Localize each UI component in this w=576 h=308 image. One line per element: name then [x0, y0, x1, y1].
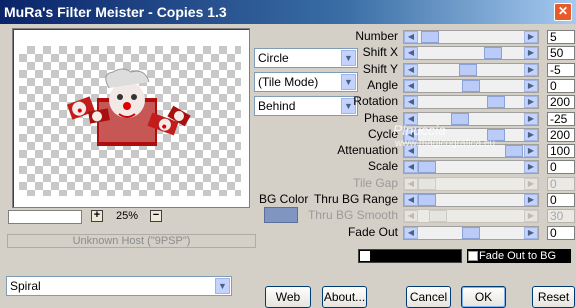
title-bar: MuRa's Filter Meister - Copies 1.3 ✕ — [0, 0, 576, 24]
fade-color-bar[interactable] — [358, 249, 462, 263]
filter-window: MuRa's Filter Meister - Copies 1.3 ✕ + 2… — [0, 0, 576, 308]
param-slider: ◀ ▶ — [403, 177, 539, 191]
arrow-right-icon[interactable]: ▶ — [524, 194, 538, 206]
slider-thumb[interactable] — [505, 145, 523, 157]
slider-thumb — [418, 178, 436, 190]
arrow-right-icon[interactable]: ▶ — [524, 129, 538, 141]
arrow-right-icon[interactable]: ▶ — [524, 47, 538, 59]
param-value-field[interactable]: 200 — [547, 128, 575, 142]
arrow-left-icon[interactable]: ◀ — [404, 80, 418, 92]
param-value-field[interactable]: 0 — [547, 79, 575, 93]
param-value-field[interactable]: 100 — [547, 144, 575, 158]
arrow-left-icon: ◀ — [404, 210, 418, 222]
slider-thumb[interactable] — [451, 113, 469, 125]
pattern-dropdown[interactable]: Spiral ▼ — [6, 276, 232, 296]
param-value-field: 0 — [547, 177, 575, 191]
arrow-right-icon[interactable]: ▶ — [524, 80, 538, 92]
fade-to-bg-label: Fade Out to BG — [479, 250, 557, 262]
arrow-left-icon[interactable]: ◀ — [404, 47, 418, 59]
cancel-button[interactable]: Cancel — [406, 286, 451, 308]
web-button[interactable]: Web — [265, 286, 311, 308]
slider-thumb[interactable] — [418, 161, 436, 173]
slider-thumb — [429, 210, 447, 222]
param-slider[interactable]: ◀ ▶ — [403, 30, 539, 44]
param-label: Cycle — [367, 127, 398, 141]
arrow-right-icon: ▶ — [524, 210, 538, 222]
param-label: Number — [355, 29, 398, 43]
arrow-right-icon[interactable]: ▶ — [524, 227, 538, 239]
slider-thumb[interactable] — [421, 31, 439, 43]
arrow-right-icon[interactable]: ▶ — [524, 145, 538, 157]
param-slider: ◀ ▶ — [403, 209, 539, 223]
pattern-dropdown-value: Spiral — [10, 279, 41, 293]
param-label: Fade Out — [347, 225, 398, 239]
arrow-left-icon[interactable]: ◀ — [404, 31, 418, 43]
arrow-right-icon: ▶ — [524, 178, 538, 190]
param-label: Shift X — [362, 45, 398, 59]
param-value-field[interactable]: 0 — [547, 193, 575, 207]
slider-thumb[interactable] — [462, 227, 480, 239]
param-value-field[interactable]: 0 — [547, 226, 575, 240]
zoom-in-button[interactable]: + — [91, 210, 103, 222]
arrow-right-icon[interactable]: ▶ — [524, 64, 538, 76]
host-status: Unknown Host ("9PSP") — [7, 234, 256, 248]
param-slider[interactable]: ◀ ▶ — [403, 160, 539, 174]
window-title: MuRa's Filter Meister - Copies 1.3 — [4, 4, 227, 20]
param-label: Thru BG Smooth — [307, 208, 398, 222]
checkbox-icon[interactable] — [468, 251, 478, 261]
arrow-right-icon[interactable]: ▶ — [524, 113, 538, 125]
chevron-down-icon[interactable]: ▼ — [215, 278, 230, 294]
slider-thumb[interactable] — [418, 194, 436, 206]
arrow-left-icon[interactable]: ◀ — [404, 194, 418, 206]
fade-color-knob[interactable] — [360, 251, 370, 261]
arrow-right-icon[interactable]: ▶ — [524, 31, 538, 43]
param-value-field[interactable]: -25 — [547, 112, 575, 126]
param-slider[interactable]: ◀ ▶ — [403, 46, 539, 60]
param-slider[interactable]: ◀ ▶ — [403, 63, 539, 77]
arrow-left-icon[interactable]: ◀ — [404, 161, 418, 173]
param-slider[interactable]: ◀ ▶ — [403, 95, 539, 109]
preview-pane[interactable] — [12, 28, 250, 208]
preview-canvas — [19, 46, 241, 196]
arrow-right-icon[interactable]: ▶ — [524, 161, 538, 173]
ok-button[interactable]: OK — [461, 286, 506, 308]
param-slider[interactable]: ◀ ▶ — [403, 226, 539, 240]
about-button[interactable]: About... — [322, 286, 367, 308]
param-label: Shift Y — [362, 62, 398, 76]
param-label: Attenuation — [337, 143, 398, 157]
param-label: Phase — [363, 111, 398, 125]
param-value-field: 30 — [547, 209, 575, 223]
zoom-level: 25% — [115, 210, 139, 222]
arrow-left-icon[interactable]: ◀ — [404, 227, 418, 239]
zoom-out-button[interactable]: − — [150, 210, 162, 222]
watermark-url: www.magicografica.eu — [395, 138, 496, 149]
fade-to-bg-checkbox[interactable]: Fade Out to BG — [467, 249, 571, 263]
reset-button[interactable]: Reset — [532, 286, 575, 308]
param-value-field[interactable]: 0 — [547, 160, 575, 174]
param-label: Thru BG Range — [313, 192, 398, 206]
clown-copies-image — [66, 68, 191, 146]
param-label: Angle — [367, 78, 398, 92]
slider-thumb[interactable] — [462, 80, 480, 92]
slider-thumb[interactable] — [487, 96, 505, 108]
watermark-name: Pinuccia — [393, 122, 446, 138]
zoom-field[interactable] — [8, 210, 82, 224]
param-value-field[interactable]: 50 — [547, 46, 575, 60]
arrow-left-icon: ◀ — [404, 178, 418, 190]
param-value-field[interactable]: 200 — [547, 95, 575, 109]
param-slider[interactable]: ◀ ▶ — [403, 193, 539, 207]
arrow-right-icon[interactable]: ▶ — [524, 96, 538, 108]
close-icon[interactable]: ✕ — [554, 3, 572, 21]
param-slider[interactable]: ◀ ▶ — [403, 79, 539, 93]
param-label: Tile Gap — [353, 176, 398, 190]
arrow-left-icon[interactable]: ◀ — [404, 96, 418, 108]
param-value-field[interactable]: 5 — [547, 30, 575, 44]
slider-thumb[interactable] — [484, 47, 502, 59]
param-label: Rotation — [353, 94, 398, 108]
param-label: Scale — [367, 159, 398, 173]
param-value-field[interactable]: -5 — [547, 63, 575, 77]
arrow-left-icon[interactable]: ◀ — [404, 64, 418, 76]
shape-dropdown-value: Circle — [258, 51, 289, 65]
slider-thumb[interactable] — [459, 64, 477, 76]
